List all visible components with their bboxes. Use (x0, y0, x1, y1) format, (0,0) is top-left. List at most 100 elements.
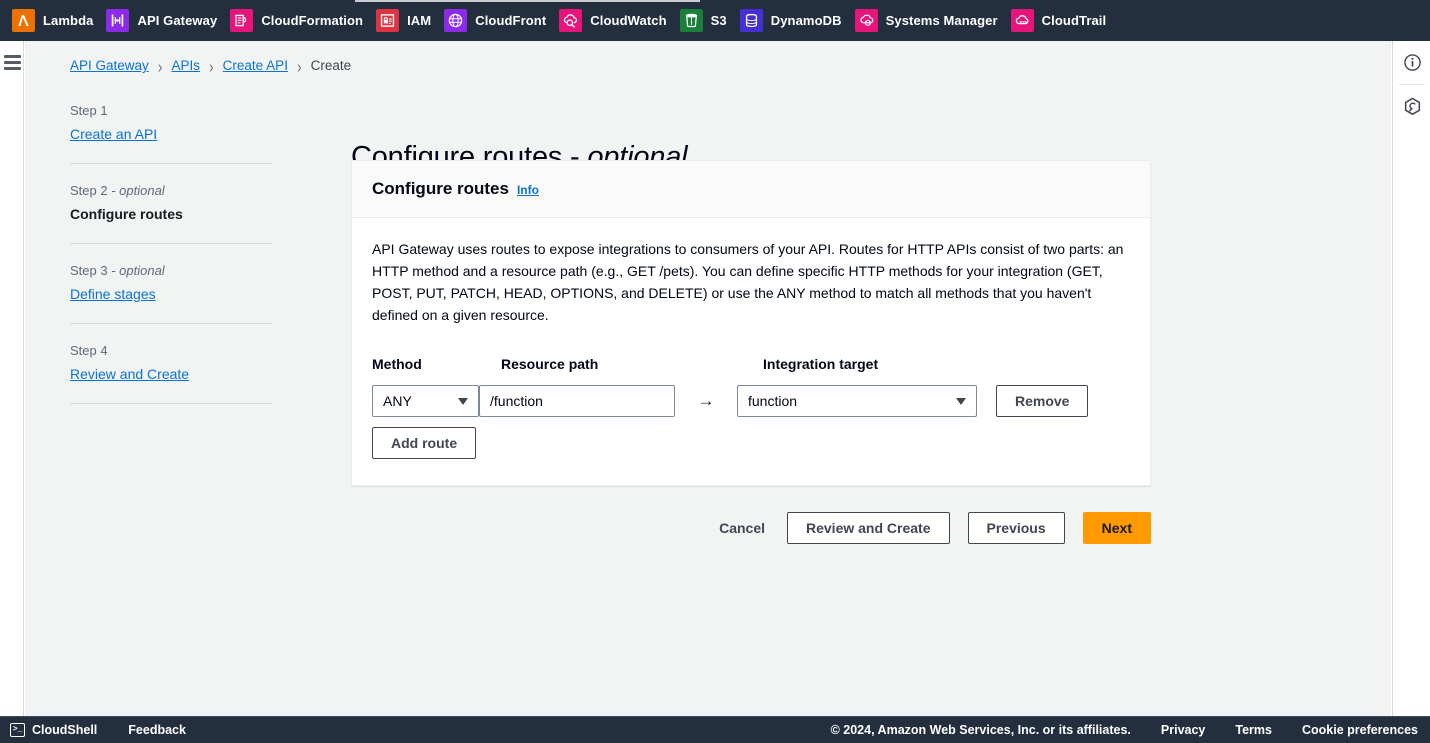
card-body: API Gateway uses routes to expose integr… (352, 218, 1150, 485)
feedback-link[interactable]: Feedback (128, 723, 186, 737)
resource-path-input[interactable] (479, 385, 675, 417)
service-link-dynamodb[interactable]: DynamoDB (736, 0, 851, 41)
label-integration-target: Integration target (763, 356, 879, 372)
footer-link-privacy[interactable]: Privacy (1161, 723, 1205, 737)
service-label: CloudFormation (261, 13, 364, 28)
cloudshell-icon: >_ (10, 723, 25, 737)
form-column-labels: Method Resource path Integration target (372, 356, 1130, 372)
api-gateway-icon (106, 9, 130, 32)
dynamodb-icon (739, 9, 763, 32)
cloudformation-icon (230, 9, 254, 32)
label-resource-path: Resource path (501, 356, 599, 372)
iam-icon (376, 9, 400, 32)
add-route-button[interactable]: Add route (372, 427, 477, 459)
service-label: CloudTrail (1041, 13, 1107, 28)
step-number: Step 2 (70, 183, 108, 198)
method-select-value: ANY (383, 393, 412, 409)
cloudtrail-icon (1010, 9, 1034, 32)
cancel-button[interactable]: Cancel (715, 512, 769, 544)
breadcrumb-item-apis[interactable]: APIs (171, 58, 200, 73)
step-link-configure-routes: Configure routes (70, 206, 183, 222)
cloudshell-label: CloudShell (32, 723, 98, 737)
service-link-systems-manager[interactable]: Systems Manager (851, 0, 1007, 41)
cloudshell-button[interactable]: >_ CloudShell (10, 723, 97, 737)
step-number-label: Step 3 - optional (70, 263, 272, 278)
left-nav-rail (0, 41, 24, 743)
step-optional-tag: - optional (107, 263, 165, 278)
service-link-cloudformation[interactable]: CloudFormation (226, 0, 372, 41)
service-label: API Gateway (137, 13, 218, 28)
breadcrumb-separator-icon: › (296, 55, 302, 76)
step-number: Step 4 (70, 343, 108, 358)
service-link-api-gateway[interactable]: API Gateway (102, 0, 226, 41)
step-link-create-an-api[interactable]: Create an API (70, 126, 157, 142)
footer-link-cookie-preferences[interactable]: Cookie preferences (1302, 723, 1418, 737)
hamburger-menu-icon[interactable] (4, 55, 21, 70)
breadcrumb-item-create: Create (310, 58, 352, 73)
service-label: Lambda (43, 13, 94, 28)
wizard-step-4: Step 4 Review and Create (70, 339, 272, 384)
info-link[interactable]: Info (517, 183, 539, 197)
method-select[interactable]: ANY (372, 385, 479, 417)
integration-target-select[interactable]: function (737, 385, 977, 417)
service-label: DynamoDB (770, 13, 842, 28)
previous-button[interactable]: Previous (967, 512, 1065, 544)
service-link-iam[interactable]: IAM (372, 0, 440, 41)
breadcrumb-separator-icon: › (157, 55, 163, 76)
wizard-step-list: Step 1 Create an API Step 2 - optional Conf… (70, 99, 272, 419)
service-label: CloudWatch (590, 13, 667, 28)
step-link-define-stages[interactable]: Define stages (70, 286, 156, 302)
cloudwatch-icon (559, 9, 583, 32)
service-link-s3[interactable]: S3 (676, 0, 736, 41)
remove-route-button[interactable]: Remove (996, 385, 1089, 417)
step-number: Step 1 (70, 103, 108, 118)
step-number-label: Step 4 (70, 343, 272, 358)
footer-link-terms[interactable]: Terms (1235, 723, 1272, 737)
service-link-lambda[interactable]: Lambda (8, 0, 102, 41)
step-optional-tag: - optional (107, 183, 165, 198)
right-tool-rail (1392, 41, 1430, 716)
next-button[interactable]: Next (1082, 512, 1151, 544)
card-header: Configure routes Info (352, 161, 1150, 218)
label-method: Method (372, 356, 422, 372)
lambda-icon (12, 9, 35, 32)
step-divider (70, 323, 272, 324)
bottom-status-bar: >_ CloudShell Feedback © 2024, Amazon We… (0, 716, 1430, 743)
service-label: S3 (710, 13, 727, 28)
configure-routes-card: Configure routes Info API Gateway uses r… (351, 160, 1151, 486)
wizard-step-1: Step 1 Create an API (70, 99, 272, 144)
breadcrumb-item-create-api[interactable]: Create API (223, 58, 288, 73)
bottom-bar-right: © 2024, Amazon Web Services, Inc. or its… (831, 723, 1418, 737)
routes-description: API Gateway uses routes to expose integr… (372, 241, 1124, 323)
systems-manager-icon (854, 9, 878, 32)
hexagon-settings-icon[interactable] (1393, 85, 1430, 128)
route-row: ANY → function Remove (372, 385, 1130, 417)
integration-target-value: function (748, 393, 798, 409)
service-link-cloudwatch[interactable]: CloudWatch (555, 0, 675, 41)
step-divider (70, 403, 272, 404)
service-link-cloudtrail[interactable]: CloudTrail (1007, 0, 1116, 41)
step-number-label: Step 2 - optional (70, 183, 272, 198)
review-and-create-button[interactable]: Review and Create (787, 512, 950, 544)
service-label: Systems Manager (885, 13, 998, 28)
card-title: Configure routes (372, 179, 509, 198)
breadcrumb-item-api-gateway[interactable]: API Gateway (70, 58, 149, 73)
service-label: CloudFront (475, 13, 547, 28)
service-link-cloudfront[interactable]: CloudFront (440, 0, 555, 41)
wizard-actions: Cancel Review and Create Previous Next (351, 512, 1151, 544)
step-link-review-and-create[interactable]: Review and Create (70, 366, 189, 382)
step-divider (70, 243, 272, 244)
arrow-right-icon: → (697, 391, 715, 410)
step-divider (70, 163, 272, 164)
step-number-label: Step 1 (70, 103, 272, 118)
chevron-down-icon (956, 397, 966, 405)
service-label: IAM (407, 13, 432, 28)
aws-service-bar: Lambda API Gateway CloudFormation IAM CloudF… (0, 0, 1430, 41)
main-content-area: API Gateway › APIs › Create API › Create Step … (25, 41, 1391, 716)
topbar-hairline (355, 0, 700, 2)
info-circle-icon[interactable] (1393, 41, 1430, 84)
breadcrumb: API Gateway › APIs › Create API › Create (70, 55, 352, 76)
wizard-step-3: Step 3 - optional Define stages (70, 259, 272, 304)
breadcrumb-separator-icon: › (208, 55, 214, 76)
step-number: Step 3 (70, 263, 108, 278)
